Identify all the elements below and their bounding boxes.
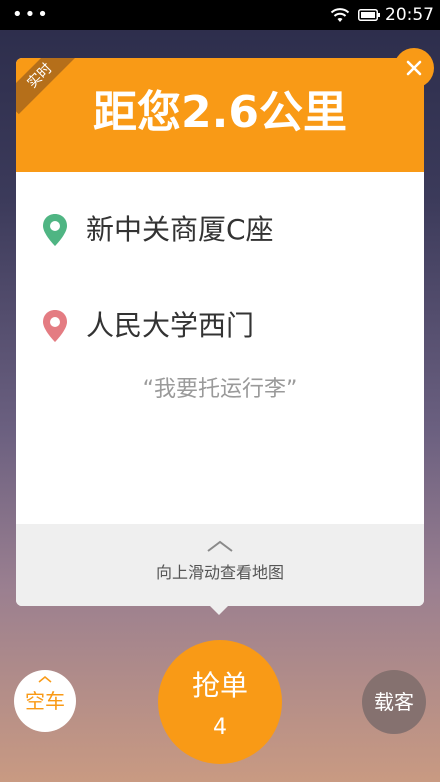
grab-order-label: 抢单 [191,669,248,702]
carry-passenger-label: 载客 [374,690,414,714]
card-pointer [208,604,230,615]
origin-text: 新中关商厦C座 [86,213,274,246]
empty-car-label: 空车 [25,689,65,713]
destination-pin-icon [43,310,67,342]
grab-order-count: 4 [213,715,227,740]
destination-row: 人民大学西门 [42,306,254,346]
close-button[interactable] [394,48,434,88]
status-dots: ••• [12,4,50,25]
carry-passenger-button[interactable]: 载客 [362,670,426,734]
destination-text: 人民大学西门 [86,309,255,342]
status-bar: ••• 20:57 [0,0,440,30]
grab-order-button[interactable]: 抢单 4 [158,640,282,764]
map-expand-handle[interactable]: 向上滑动查看地图 [16,524,424,606]
distance-title: 距您2.6公里 [93,87,347,138]
status-time: 20:57 [385,5,434,25]
empty-car-button[interactable]: 空车 [14,670,76,732]
card-header: 实时 距您2.6公里 [16,58,424,172]
chevron-up-icon [207,540,233,552]
battery-icon [358,9,380,21]
origin-pin-icon [43,214,67,246]
chevron-up-icon [38,676,52,683]
map-hint: 向上滑动查看地图 [155,563,284,582]
order-card: 实时 距您2.6公里 新中关商厦C座 人民大学西门 “我要托运行李” 向上滑动查… [16,58,424,606]
wifi-icon [330,8,350,22]
origin-row: 新中关商厦C座 [42,210,274,250]
passenger-note: “我要托运行李” [142,377,298,402]
close-icon [406,60,422,76]
